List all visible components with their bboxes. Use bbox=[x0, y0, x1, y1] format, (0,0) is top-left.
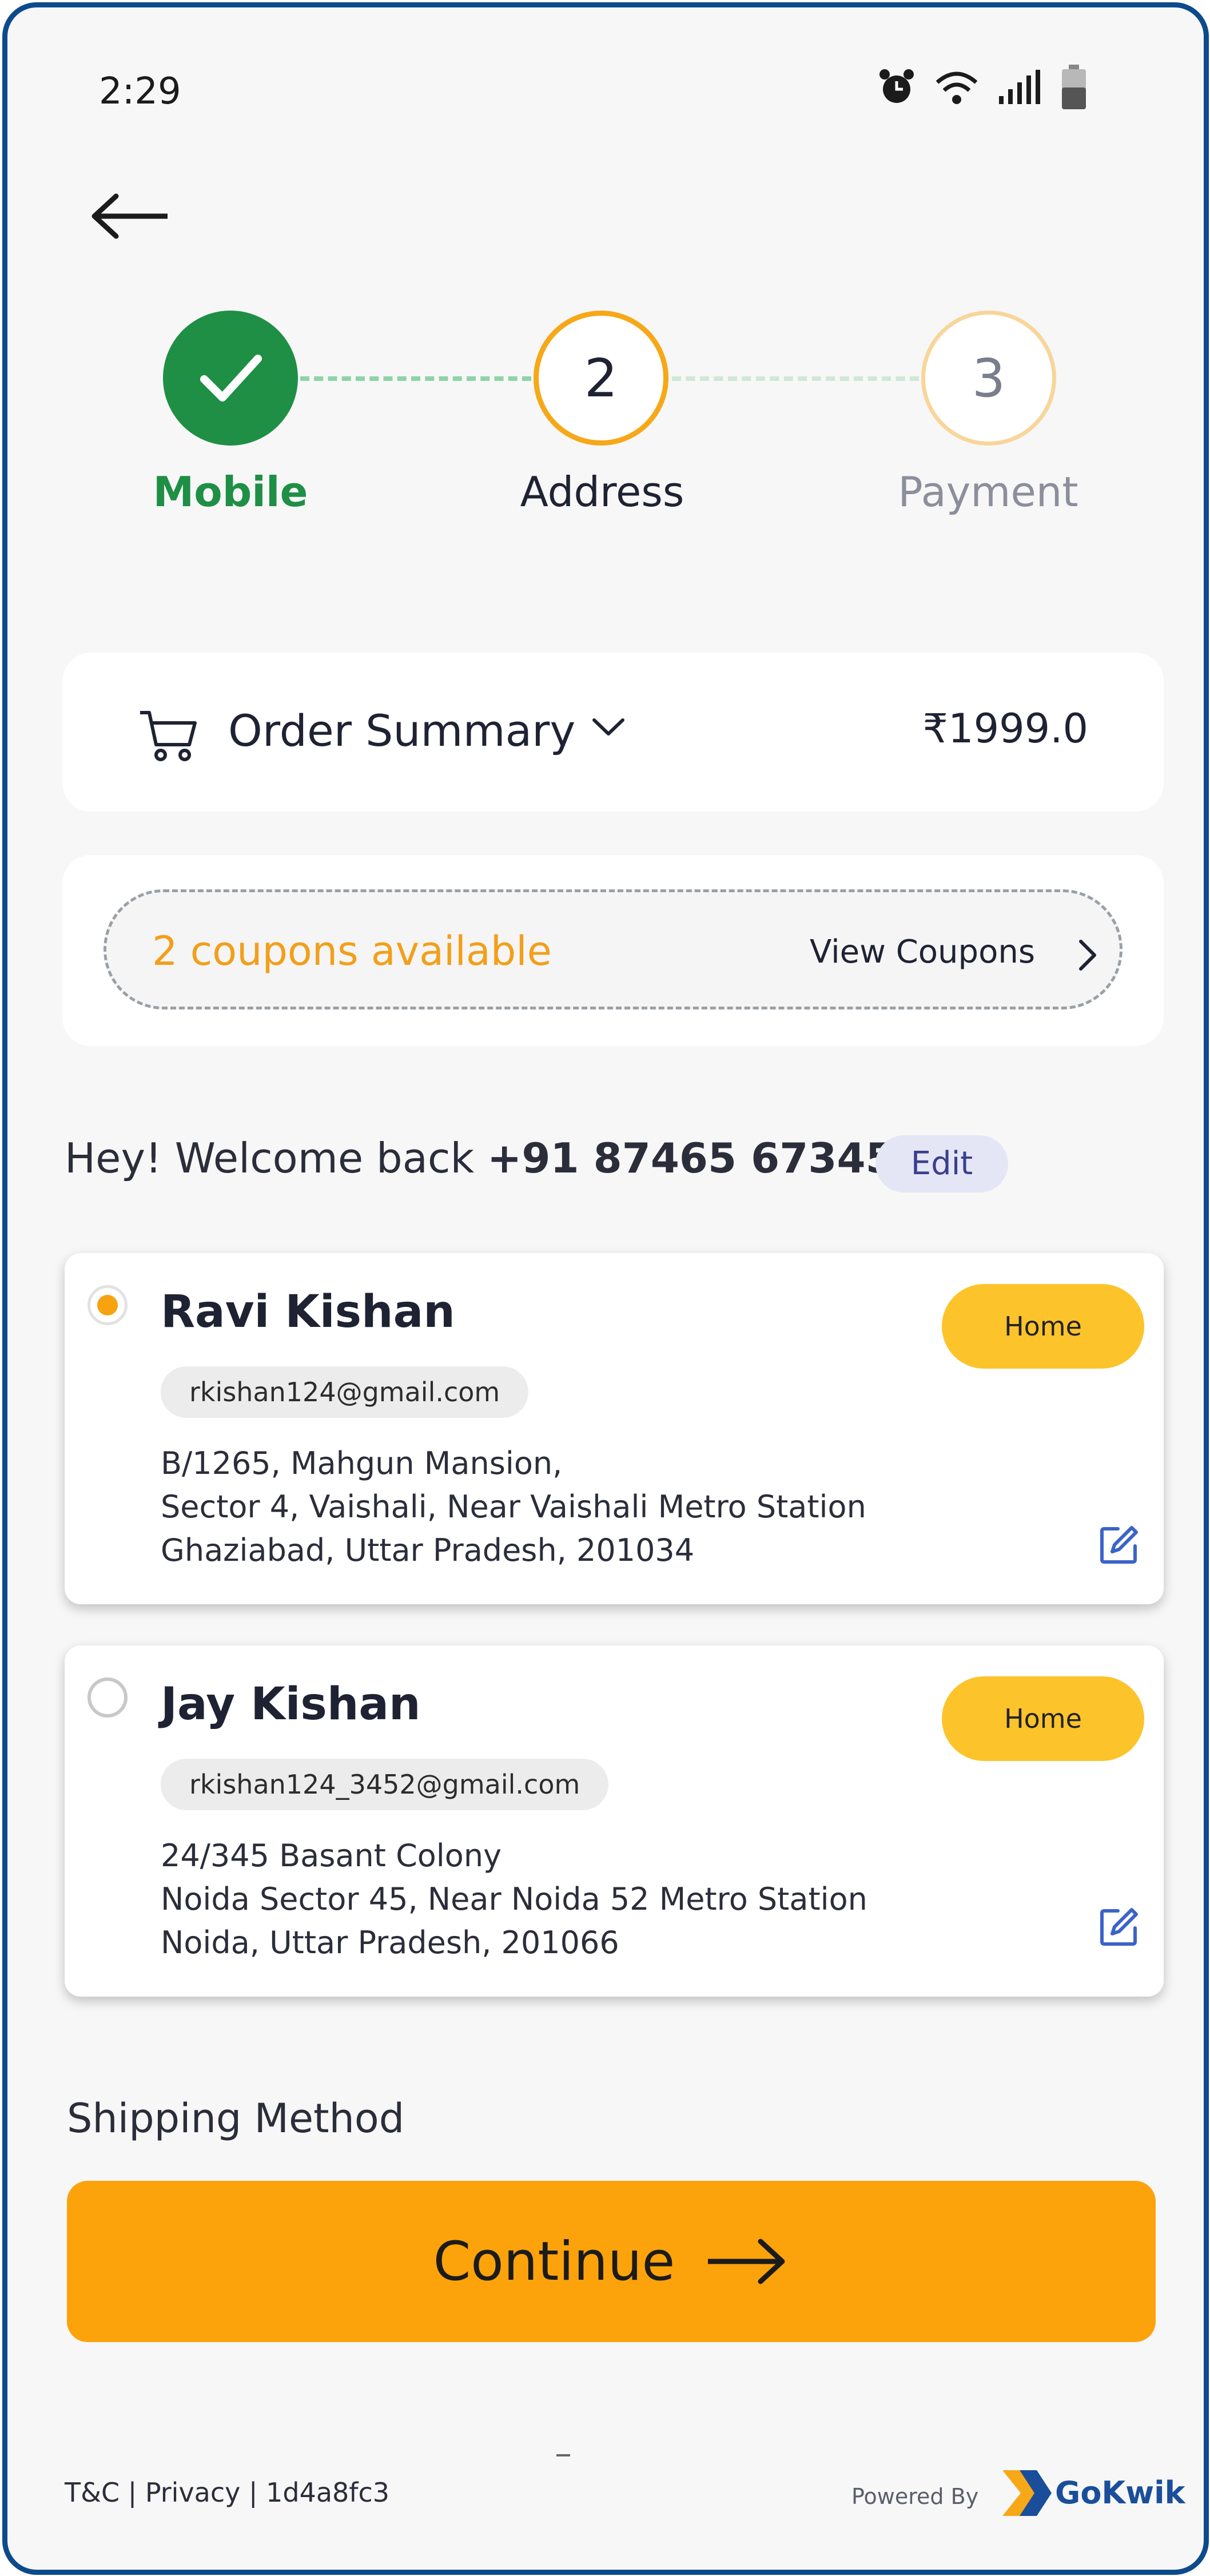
address-radio-unselected[interactable] bbox=[87, 1677, 128, 1718]
shipping-method-title: Shipping Method bbox=[67, 2095, 405, 2142]
powered-by-text: Powered By bbox=[851, 2484, 979, 2509]
address-email: rkishan124@gmail.com bbox=[161, 1366, 529, 1418]
address-line: Ghaziabad, Uttar Pradesh, 201034 bbox=[161, 1532, 695, 1568]
coupon-banner[interactable]: 2 coupons available View Coupons bbox=[104, 889, 1123, 1009]
cart-icon bbox=[140, 711, 197, 761]
chevron-right-icon[interactable] bbox=[1073, 938, 1101, 972]
step-payment-label: Payment bbox=[898, 468, 1078, 516]
coupon-count: 2 coupons available bbox=[152, 928, 552, 975]
signal-icon bbox=[999, 70, 1040, 104]
status-icons bbox=[877, 65, 1088, 110]
continue-button[interactable]: Continue bbox=[67, 2181, 1156, 2342]
scroll-indicator bbox=[556, 2454, 570, 2456]
order-summary-card[interactable]: Order Summary ₹1999.0 bbox=[62, 653, 1164, 812]
chevron-down-icon[interactable] bbox=[588, 710, 628, 744]
gokwik-brand: GoKwik bbox=[1055, 2475, 1185, 2511]
status-time: 2:29 bbox=[99, 70, 181, 113]
address-text: 24/345 Basant Colony Noida Sector 45, Ne… bbox=[161, 1834, 867, 1965]
view-coupons-link[interactable]: View Coupons bbox=[810, 933, 1035, 971]
step-payment-circle: 3 bbox=[921, 311, 1056, 446]
order-summary-title: Order Summary bbox=[228, 705, 576, 756]
welcome-prefix: Hey! Welcome back bbox=[65, 1134, 488, 1182]
edit-phone-button[interactable]: Edit bbox=[875, 1135, 1008, 1192]
step-mobile-circle bbox=[163, 311, 298, 446]
address-line: B/1265, Mahgun Mansion, bbox=[161, 1445, 563, 1481]
arrow-right-icon bbox=[708, 2239, 785, 2284]
address-text: B/1265, Mahgun Mansion, Sector 4, Vaisha… bbox=[161, 1442, 866, 1572]
order-total: ₹1999.0 bbox=[922, 705, 1088, 752]
step-address-label: Address bbox=[520, 468, 684, 516]
address-name: Ravi Kishan bbox=[161, 1286, 455, 1338]
continue-label: Continue bbox=[433, 2230, 675, 2293]
address-line: Noida, Uttar Pradesh, 201066 bbox=[161, 1925, 619, 1961]
coupon-card: 2 coupons available View Coupons bbox=[62, 855, 1164, 1046]
gokwik-logo bbox=[1002, 2470, 1052, 2516]
address-card-1[interactable]: Ravi Kishan Home rkishan124@gmail.com B/… bbox=[65, 1253, 1164, 1604]
address-name: Jay Kishan bbox=[161, 1679, 421, 1730]
footer-links[interactable]: T&C | Privacy | 1d4a8fc3 bbox=[65, 2477, 389, 2508]
address-radio-selected[interactable] bbox=[87, 1285, 128, 1325]
back-arrow-icon[interactable] bbox=[87, 190, 173, 242]
check-icon bbox=[200, 355, 262, 401]
edit-icon[interactable] bbox=[1098, 1906, 1140, 1947]
address-card-2[interactable]: Jay Kishan Home rkishan124_3452@gmail.co… bbox=[65, 1645, 1164, 1997]
step-connector-1 bbox=[300, 376, 531, 381]
welcome-text: Hey! Welcome back +91 87465 67345 bbox=[65, 1134, 894, 1182]
edit-icon[interactable] bbox=[1098, 1524, 1140, 1565]
alarm-icon bbox=[879, 69, 914, 103]
address-line: Sector 4, Vaishali, Near Vaishali Metro … bbox=[161, 1489, 866, 1525]
wifi-icon bbox=[936, 71, 978, 104]
address-email: rkishan124_3452@gmail.com bbox=[161, 1759, 609, 1810]
step-mobile-label: Mobile bbox=[153, 468, 308, 516]
step-address-circle: 2 bbox=[534, 311, 668, 446]
phone-frame: 2:29 2 3 Mobile Address Payment Order Su… bbox=[2, 2, 1209, 2575]
welcome-phone: +91 87465 67345 bbox=[487, 1134, 894, 1182]
address-tag: Home bbox=[942, 1676, 1144, 1761]
address-line: Noida Sector 45, Near Noida 52 Metro Sta… bbox=[161, 1881, 867, 1917]
address-line: 24/345 Basant Colony bbox=[161, 1838, 502, 1874]
address-tag: Home bbox=[942, 1284, 1144, 1369]
step-connector-2 bbox=[672, 376, 919, 381]
battery-icon bbox=[1062, 65, 1086, 109]
